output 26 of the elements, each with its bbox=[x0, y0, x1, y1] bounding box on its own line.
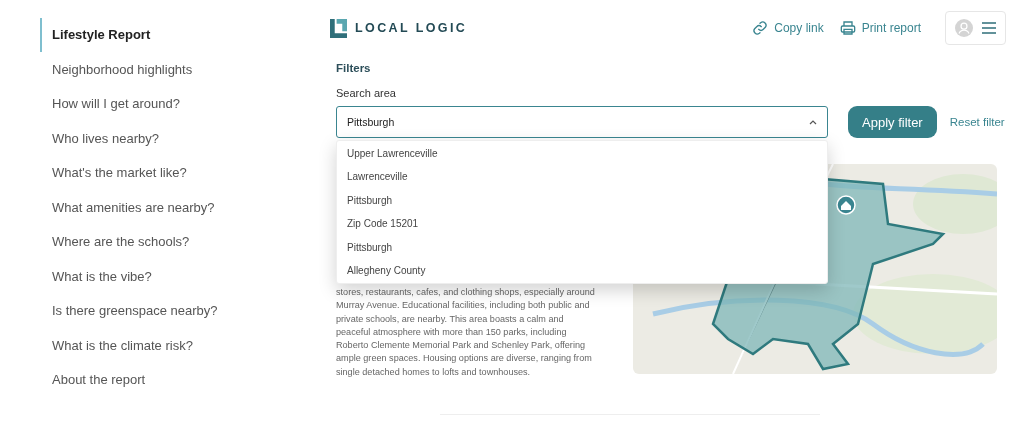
sidebar-item[interactable]: What is the climate risk? bbox=[40, 328, 193, 363]
sidebar-item[interactable]: Neighborhood highlights bbox=[40, 52, 193, 87]
copy-link-button[interactable]: Copy link bbox=[752, 20, 824, 36]
dropdown-option[interactable]: Zip Code 15201 bbox=[337, 212, 827, 236]
logo-wordmark: LOCAL LOGIC bbox=[355, 21, 468, 35]
dropdown-option[interactable]: Upper Lawrenceville bbox=[337, 142, 827, 166]
sidebar-item[interactable]: Who lives nearby? bbox=[40, 121, 159, 156]
apply-filter-button[interactable]: Apply filter bbox=[848, 106, 937, 138]
sidebar-item[interactable]: How will I get around? bbox=[40, 87, 180, 121]
sidebar-item[interactable]: What's the market like? bbox=[40, 156, 187, 190]
dropdown-option[interactable]: Pittsburgh bbox=[337, 235, 827, 259]
sidebar-item[interactable]: What is the vibe? bbox=[40, 259, 152, 294]
dropdown-option[interactable]: Pittsburgh bbox=[337, 188, 827, 213]
reset-filter-link[interactable]: Reset filter bbox=[949, 116, 1005, 128]
sidebar-item[interactable]: Where are the schools? bbox=[40, 225, 190, 259]
sidebar-item[interactable]: About the report bbox=[40, 363, 146, 397]
field-label: Search area bbox=[336, 87, 397, 99]
sidebar-item[interactable]: Is there greenspace nearby? bbox=[40, 294, 218, 328]
filters-heading: Filters bbox=[336, 62, 372, 74]
search-area-dropdown[interactable]: Pittsburgh bbox=[336, 106, 828, 138]
sidebar-item[interactable]: What amenities are nearby? bbox=[40, 190, 215, 225]
dropdown-option[interactable]: Allegheny County bbox=[337, 258, 827, 283]
sidebar-item[interactable]: Lifestyle Report bbox=[40, 18, 151, 52]
description-text: stores, restaurants, cafes, and clothing shops, especially around Murray Avenue. Educational facilities, including both public and private schools, are nearby. This area boasts a calm and peaceful atmosphere with more than 150 parks, including Roberto Clemente Memorial Park and Schenley Park, offering ample green spaces. Housing options are diverse, ranging from single detached homes to lofts and townhouses. bbox=[336, 286, 596, 379]
print-report-button[interactable]: Print report bbox=[839, 20, 921, 36]
dropdown-option[interactable]: Lawrenceville bbox=[337, 165, 827, 189]
